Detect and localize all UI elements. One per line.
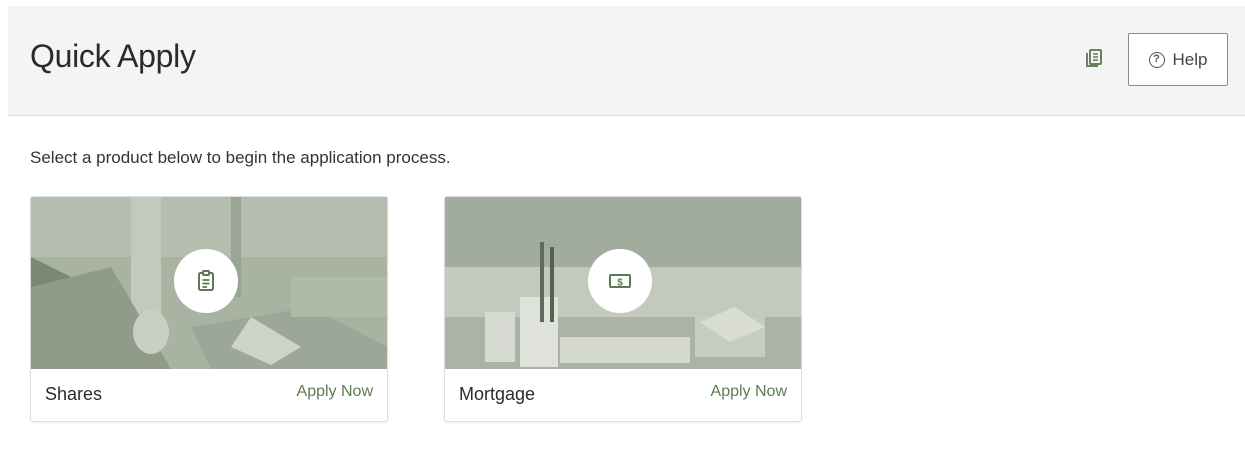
shares-badge: [174, 249, 238, 313]
product-card-shares[interactable]: Shares Apply Now: [30, 196, 388, 422]
mortgage-badge: $: [588, 249, 652, 313]
product-card-mortgage[interactable]: $ Mortgage Apply Now: [444, 196, 802, 422]
help-button-label: Help: [1172, 49, 1208, 69]
svg-text:$: $: [617, 278, 623, 289]
help-button[interactable]: ? Help: [1128, 33, 1228, 86]
quick-apply-page: Quick Apply ? Help Select a product belo…: [8, 6, 1245, 458]
product-name: Mortgage: [459, 384, 536, 404]
page-header: Quick Apply ? Help: [8, 6, 1245, 116]
page-title: Quick Apply: [30, 38, 196, 74]
question-circle-icon: ?: [1148, 51, 1165, 68]
apply-now-link[interactable]: Apply Now: [711, 383, 787, 401]
mortgage-card-image: $: [445, 197, 801, 369]
clipboard-icon: [198, 270, 214, 291]
document-list-icon[interactable]: [1082, 46, 1106, 70]
shares-card-image: [31, 197, 387, 369]
intro-text: Select a product below to begin the appl…: [30, 148, 451, 167]
apply-now-link[interactable]: Apply Now: [297, 383, 373, 401]
dollar-bill-icon: $: [609, 274, 631, 289]
product-name: Shares: [45, 384, 103, 404]
